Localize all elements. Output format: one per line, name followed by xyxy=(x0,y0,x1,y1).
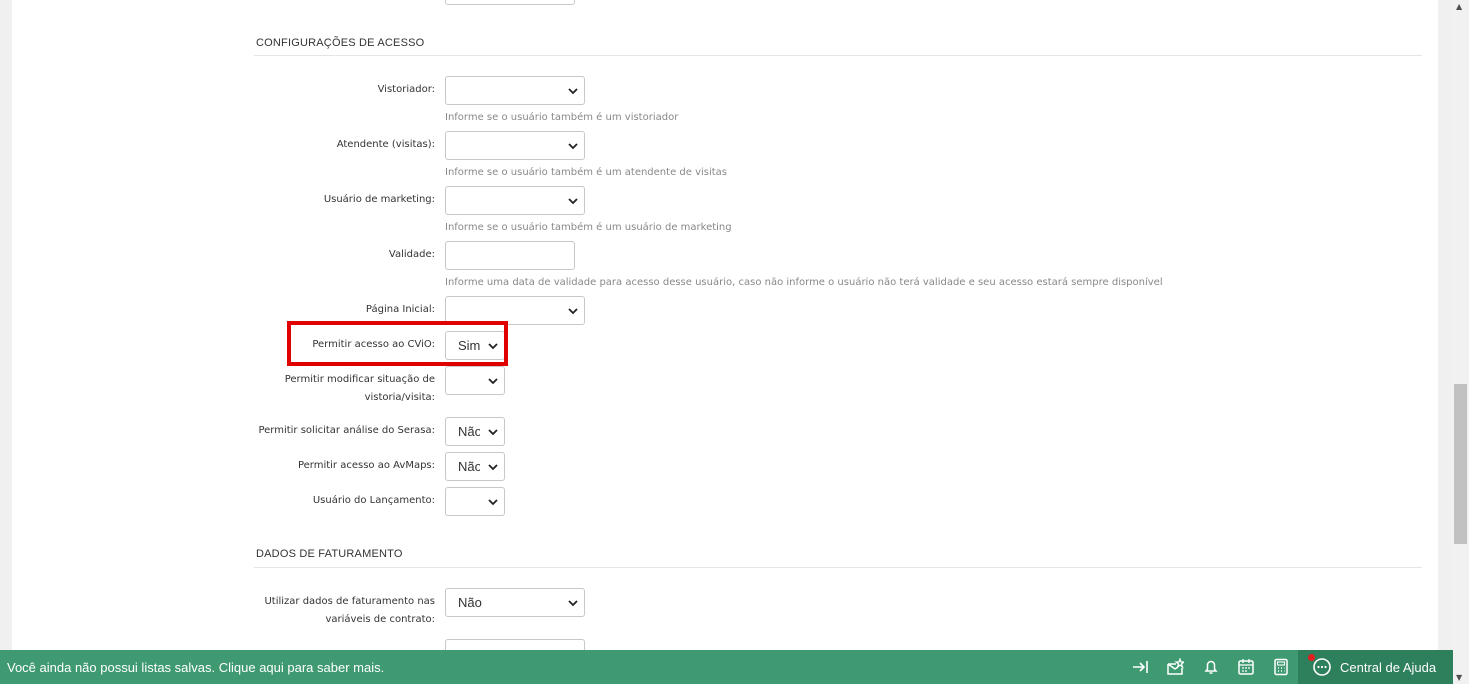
faturamento-label: Utilizar dados de faturamento nas variáv… xyxy=(225,593,435,629)
atendente-select[interactable] xyxy=(445,131,585,160)
chevron-down-icon xyxy=(568,308,578,315)
chevron-down-icon xyxy=(488,499,498,506)
marketing-label: Usuário de marketing: xyxy=(323,194,435,205)
chat-icon xyxy=(1313,658,1331,676)
modificar-situacao-select[interactable] xyxy=(445,366,505,395)
calendar-icon[interactable] xyxy=(1237,658,1255,676)
chevron-down-icon xyxy=(488,464,498,471)
faturamento-value: Não xyxy=(458,595,482,610)
validade-input[interactable] xyxy=(445,241,575,270)
collapse-icon[interactable] xyxy=(1131,658,1149,676)
vistoriador-label: Vistoriador: xyxy=(377,84,435,95)
validade-label: Validade: xyxy=(388,249,435,260)
chevron-down-icon xyxy=(568,600,578,607)
vertical-scrollbar[interactable]: ▲ ▼ xyxy=(1452,0,1469,684)
atendente-label: Atendente (visitas): xyxy=(336,139,435,150)
scrollbar-thumb[interactable] xyxy=(1454,384,1467,544)
lancamento-label: Usuário do Lançamento: xyxy=(312,495,435,506)
pagina-inicial-label: Página Inicial: xyxy=(365,304,435,315)
section-title-access: CONFIGURAÇÕES DE ACESSO xyxy=(256,37,425,49)
marketing-help: Informe se o usuário também é um usuário… xyxy=(445,222,732,233)
avmaps-select[interactable]: Não xyxy=(445,452,505,481)
section-divider xyxy=(254,567,1422,568)
chevron-down-icon xyxy=(568,88,578,95)
modificar-situacao-label-line1: Permitir modificar situação de xyxy=(284,374,435,385)
chevron-down-icon xyxy=(488,378,498,385)
bottom-bar: Você ainda não possui listas salvas. Cli… xyxy=(0,650,1453,684)
marketing-select[interactable] xyxy=(445,186,585,215)
saved-lists-message[interactable]: Você ainda não possui listas salvas. Cli… xyxy=(7,660,384,675)
help-center-label: Central de Ajuda xyxy=(1340,660,1437,675)
avmaps-value: Não xyxy=(458,459,480,474)
section-divider xyxy=(254,55,1422,56)
highlight-box xyxy=(287,321,508,366)
chevron-down-icon xyxy=(488,429,498,436)
faturamento-label-line2: variáveis de contrato: xyxy=(325,614,435,625)
modificar-situacao-label-line2: vistoria/visita: xyxy=(364,392,435,403)
serasa-value: Não xyxy=(458,424,480,439)
scroll-up-arrow-icon[interactable]: ▲ xyxy=(1456,2,1462,11)
bell-icon[interactable] xyxy=(1202,658,1220,676)
vistoriador-help: Informe se o usuário também é um vistori… xyxy=(445,112,679,123)
previous-field-input[interactable] xyxy=(445,0,575,5)
help-center-button[interactable]: Central de Ajuda xyxy=(1298,650,1453,684)
faturamento-label-line1: Utilizar dados de faturamento nas xyxy=(264,596,435,607)
calculator-icon[interactable] xyxy=(1272,658,1290,676)
scroll-down-arrow-icon[interactable]: ▼ xyxy=(1456,673,1462,682)
faturamento-select[interactable]: Não xyxy=(445,588,585,617)
chevron-down-icon xyxy=(568,198,578,205)
section-title-billing: DADOS DE FATURAMENTO xyxy=(256,548,403,560)
vistoriador-select[interactable] xyxy=(445,76,585,105)
atendente-help: Informe se o usuário também é um atenden… xyxy=(445,167,728,178)
serasa-label: Permitir solicitar análise do Serasa: xyxy=(258,425,435,436)
validade-help: Informe uma data de validade para acesso… xyxy=(445,277,1163,288)
lancamento-select[interactable] xyxy=(445,487,505,516)
avmaps-label: Permitir acesso ao AvMaps: xyxy=(297,460,435,471)
modificar-situacao-label: Permitir modificar situação de vistoria/… xyxy=(225,371,435,407)
serasa-select[interactable]: Não xyxy=(445,417,505,446)
chevron-down-icon xyxy=(568,143,578,150)
mail-star-icon[interactable] xyxy=(1166,658,1184,676)
